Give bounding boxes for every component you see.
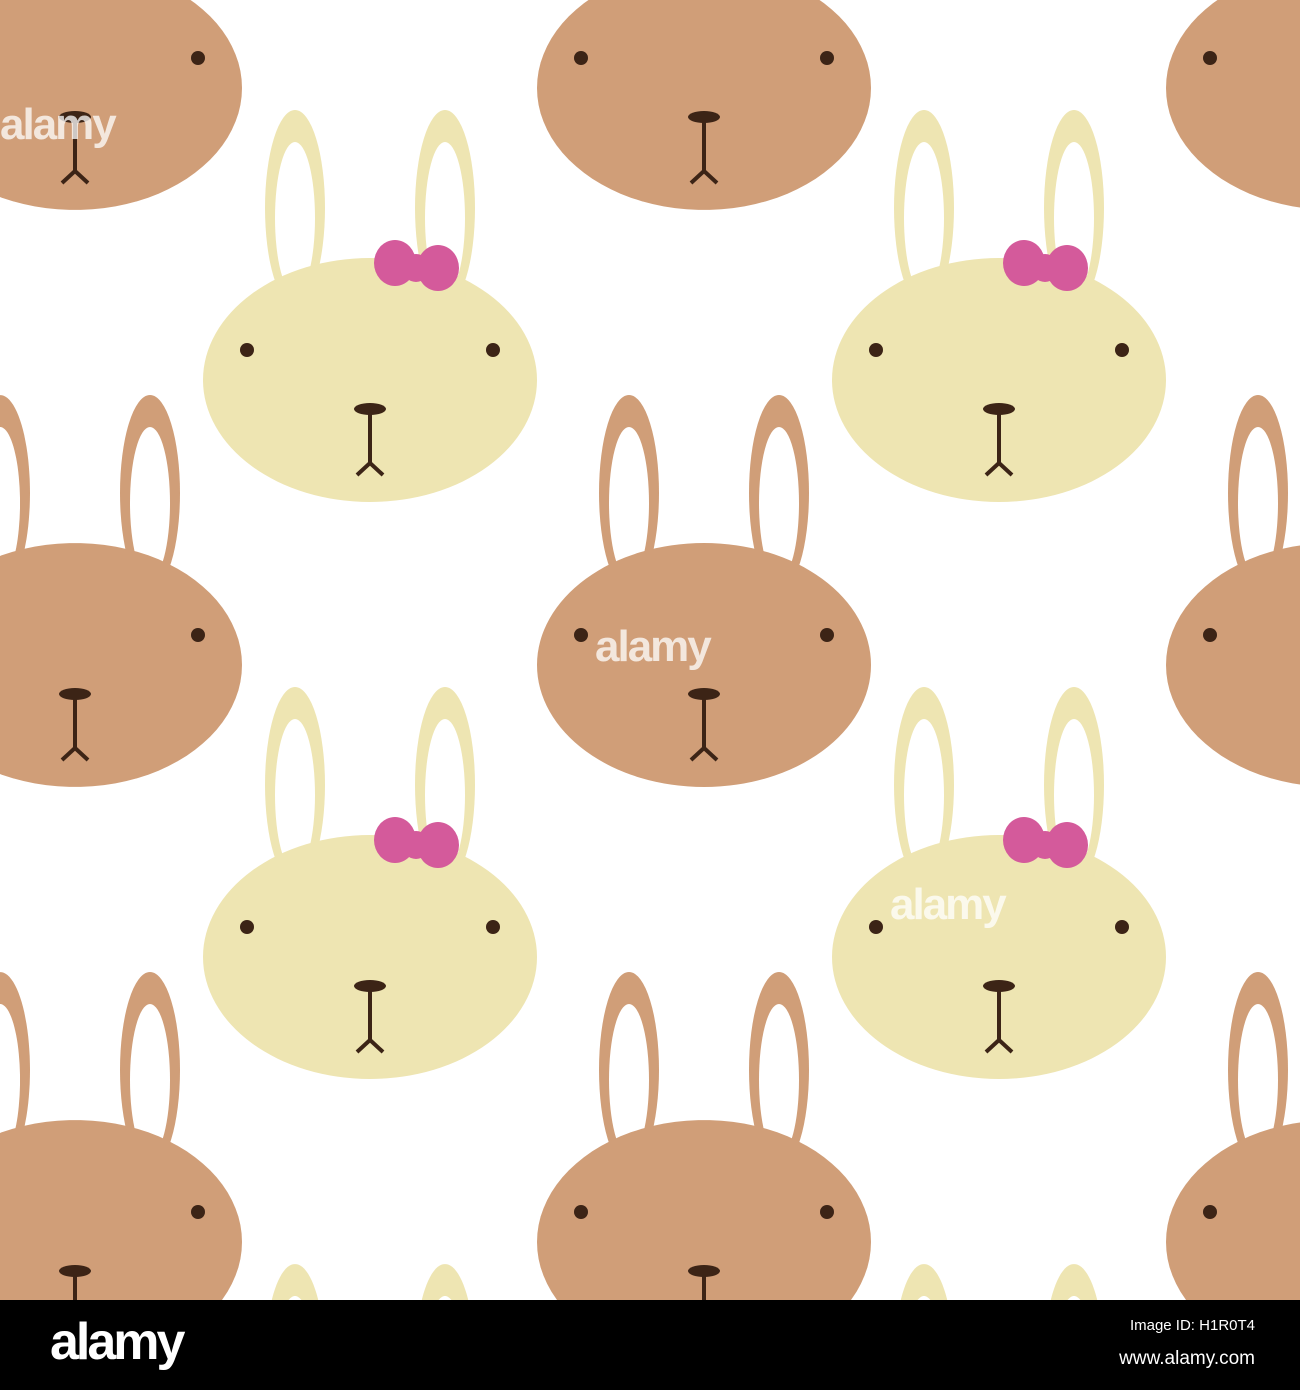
brown-bunny	[0, 395, 242, 787]
eye	[1203, 628, 1217, 642]
eye	[869, 920, 883, 934]
eye	[191, 628, 205, 642]
watermark: alamy	[0, 100, 117, 149]
head	[0, 1120, 242, 1300]
eye	[191, 1205, 205, 1219]
brown-bunny	[537, 395, 871, 787]
head	[1166, 1122, 1300, 1300]
bow-knot	[402, 254, 430, 282]
alamy-logo: alamy	[50, 1313, 185, 1371]
eye	[1115, 343, 1129, 357]
ear	[271, 1264, 319, 1300]
cream-bunny	[832, 110, 1166, 502]
brown-bunny	[1166, 0, 1300, 208]
bow-knot	[1031, 831, 1059, 859]
eye	[191, 51, 205, 65]
cream-bunny	[900, 1264, 1098, 1300]
watermark: alamy	[595, 622, 712, 671]
head	[1166, 0, 1300, 208]
head	[1166, 545, 1300, 785]
site-url: www.alamy.com	[1119, 1348, 1255, 1369]
watermark: alamy	[890, 880, 1007, 929]
eye	[486, 343, 500, 357]
eye	[574, 1205, 588, 1219]
brown-bunny	[1166, 972, 1300, 1300]
footer-bar: alamy Image ID: H1R0T4 www.alamy.com	[0, 1300, 1300, 1390]
image-id: Image ID: H1R0T4	[1129, 1317, 1255, 1334]
cream-bunny	[203, 687, 537, 1079]
eye	[240, 920, 254, 934]
ear	[421, 1264, 469, 1300]
eye	[820, 628, 834, 642]
eye	[820, 1205, 834, 1219]
brown-bunny	[1166, 395, 1300, 785]
brown-bunny	[0, 972, 242, 1300]
ear	[900, 1264, 948, 1300]
eye	[1115, 920, 1129, 934]
eye	[574, 51, 588, 65]
head	[0, 543, 242, 787]
cream-bunny	[271, 1264, 469, 1300]
bow-knot	[1031, 254, 1059, 282]
eye	[820, 51, 834, 65]
eye	[574, 628, 588, 642]
head	[537, 0, 871, 210]
bow-knot	[402, 831, 430, 859]
brown-bunny	[537, 972, 871, 1300]
eye	[1203, 51, 1217, 65]
cream-bunny	[203, 110, 537, 502]
eye	[486, 920, 500, 934]
brown-bunny	[537, 0, 871, 210]
eye	[1203, 1205, 1217, 1219]
eye	[240, 343, 254, 357]
ear	[1050, 1264, 1098, 1300]
eye	[869, 343, 883, 357]
